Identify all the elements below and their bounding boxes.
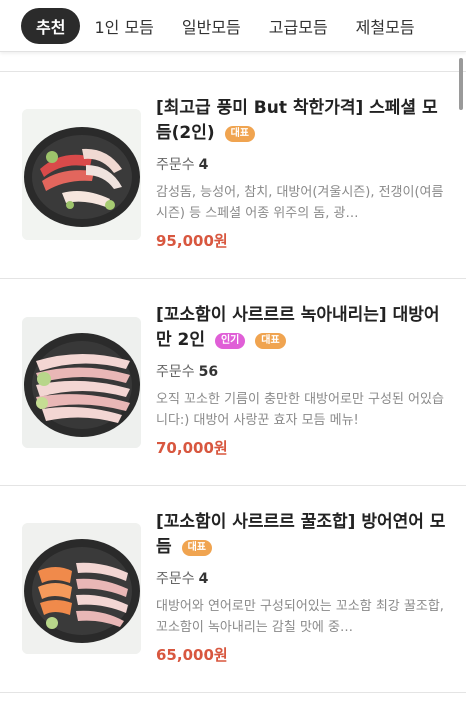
representative-badge: 대표 — [255, 333, 286, 349]
menu-item[interactable]: [최고급 풍미 But 착한가격] 스페셜 모듬(2인) 대표 주문수 4 감성돔… — [0, 72, 466, 279]
tab-recommended[interactable]: 추천 — [21, 7, 81, 44]
order-count: 주문수 4 — [156, 571, 209, 587]
menu-list: [최고급 풍미 But 착한가격] 스페셜 모듬(2인) 대표 주문수 4 감성돔… — [0, 72, 466, 693]
menu-price: 95,000원 — [156, 232, 228, 250]
popular-badge: 인기 — [214, 333, 246, 349]
menu-price: 65,000원 — [156, 646, 228, 664]
representative-badge: 대표 — [181, 540, 212, 556]
menu-description: 감성돔, 능성어, 참치, 대방어(겨울시즌), 전갱이(여름시즌) 등 스페셜… — [156, 185, 444, 221]
menu-title: [최고급 풍미 But 착한가격] 스페셜 모듬(2인) — [156, 98, 438, 143]
menu-title: [꼬소함이 사르르르 녹아내리는] 대방어만 2인 — [156, 305, 440, 350]
menu-description: 오직 꼬소한 기름이 충만한 대방어로만 구성된 어있습니다:) 대방어 사랑꾼… — [156, 392, 444, 428]
tab-single-set[interactable]: 1인 모듬 — [94, 14, 153, 38]
order-count: 주문수 56 — [156, 364, 219, 380]
menu-price: 70,000원 — [156, 439, 228, 457]
tab-regular-set[interactable]: 일반모듬 — [182, 14, 241, 38]
order-count: 주문수 4 — [156, 157, 209, 173]
sashimi-platter-image — [22, 109, 141, 240]
section-spacer — [0, 53, 466, 72]
yellowtail-salmon-platter-image — [22, 523, 141, 654]
menu-item[interactable]: [꼬소함이 사르르르 녹아내리는] 대방어만 2인 인기 대표 주문수 56 오직… — [0, 279, 466, 486]
representative-badge: 대표 — [224, 126, 255, 142]
menu-description: 대방어와 연어로만 구성되어있는 꼬소함 최강 꿀조합, 꼬소함이 녹아내리는 … — [156, 599, 444, 635]
category-tabs: 추천 1인 모듬 일반모듬 고급모듬 제철모듬 — [0, 0, 466, 52]
tab-premium-set[interactable]: 고급모듬 — [269, 14, 328, 38]
yellowtail-platter-image — [22, 317, 141, 448]
menu-item[interactable]: [꼬소함이 사르르르 꿀조합] 방어연어 모듬 대표 주문수 4 대방어와 연어로… — [0, 486, 466, 693]
tab-seasonal-set[interactable]: 제철모듬 — [356, 14, 415, 38]
